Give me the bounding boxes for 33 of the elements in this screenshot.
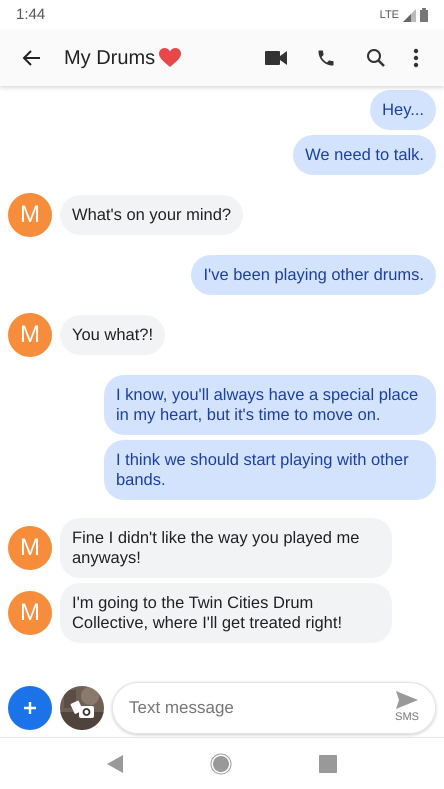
sent-message-bubble: I've been playing other drums. (191, 255, 436, 295)
search-icon (366, 48, 386, 68)
phone-icon (316, 48, 336, 68)
more-options-icon (413, 48, 419, 68)
camera-icon (70, 699, 96, 719)
received-message-bubble: I'm going to the Twin Cities Drum Collective, where I'll get treated right! (60, 583, 392, 643)
battery-icon (420, 8, 428, 22)
sent-message-bubble: We need to talk. (293, 135, 436, 175)
sent-message-bubble: Hey... (370, 90, 436, 130)
back-arrow-icon (22, 48, 42, 68)
network-label: LTE (380, 8, 399, 23)
received-message-bubble: What's on your mind? (60, 195, 244, 235)
send-button[interactable]: SMS (395, 690, 419, 726)
conversation-title: My Drums (64, 46, 156, 71)
sent-message-bubble: I think we should start playing with other bands. (104, 440, 436, 500)
heart-icon (159, 48, 182, 68)
avatar[interactable]: M (8, 526, 52, 570)
signal-icon (403, 8, 416, 22)
nav-recents-button[interactable] (318, 754, 337, 772)
video-camera-icon (265, 51, 287, 65)
status-time: 1:44 (16, 4, 46, 25)
plus-icon (22, 700, 38, 716)
nav-home-button[interactable] (210, 752, 232, 774)
avatar[interactable]: M (8, 193, 52, 237)
add-button[interactable] (8, 686, 52, 730)
received-message-bubble: You what?! (60, 315, 166, 355)
received-message-bubble: Fine I didn't like the way you played me anyways! (60, 518, 392, 578)
nav-back-button[interactable] (107, 754, 124, 772)
avatar[interactable]: M (8, 591, 52, 635)
avatar[interactable]: M (8, 313, 52, 357)
camera-button[interactable] (60, 686, 104, 730)
sent-message-bubble: I know, you'll always have a special place in my heart, but it's time to move on. (104, 375, 436, 435)
message-input-field[interactable]: Text message SMS (112, 682, 436, 734)
